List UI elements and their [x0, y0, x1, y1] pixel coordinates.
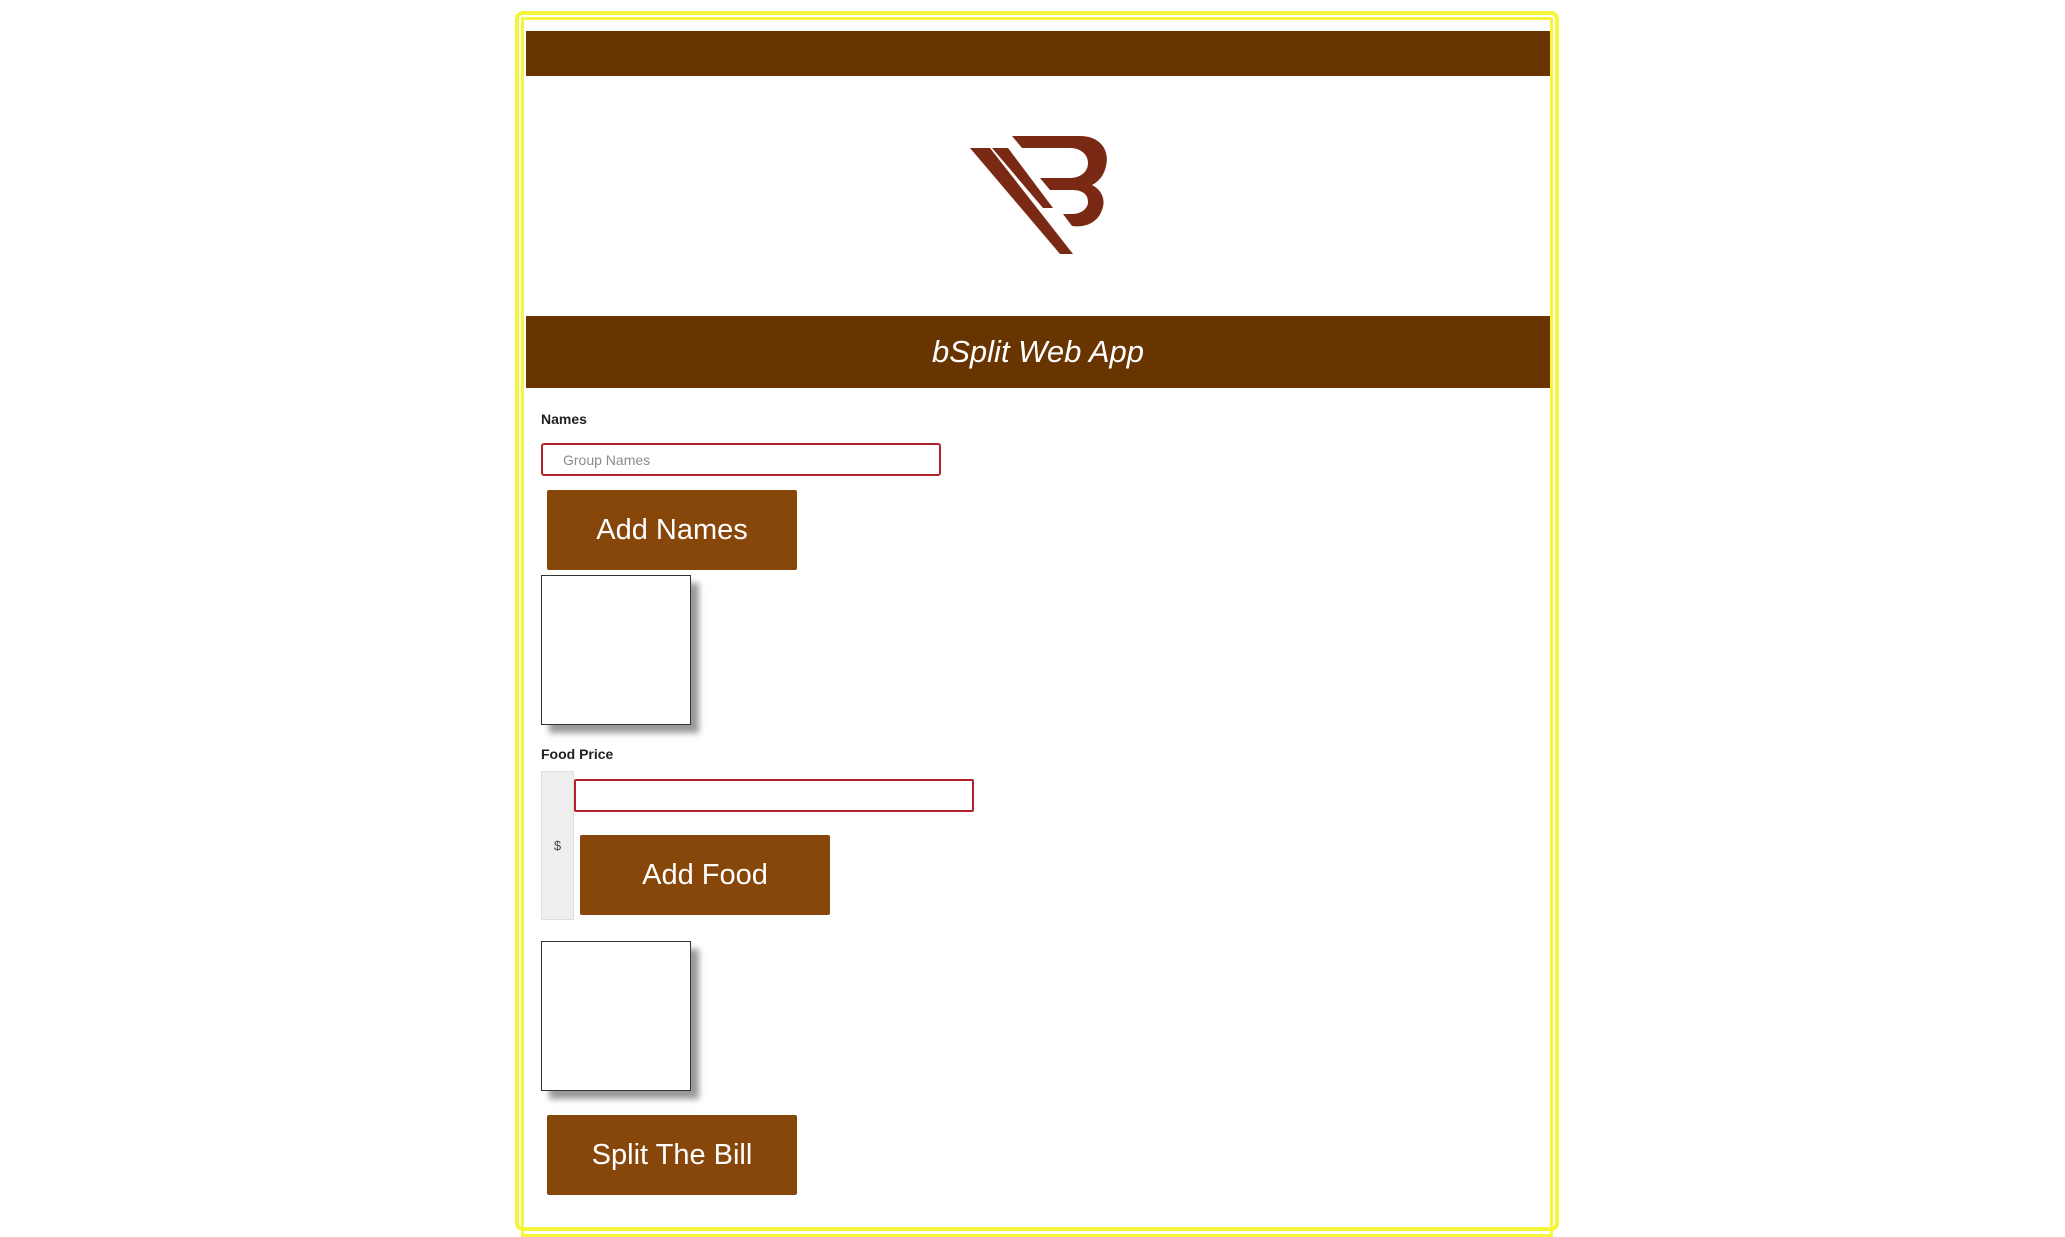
- title-bar: bSplit Web App: [526, 316, 1550, 388]
- split-the-bill-button[interactable]: Split The Bill: [547, 1115, 797, 1195]
- add-food-button[interactable]: Add Food: [580, 835, 830, 915]
- top-header-bar: [526, 31, 1550, 76]
- food-price-label: Food Price: [541, 746, 614, 762]
- food-price-input[interactable]: [574, 779, 974, 812]
- names-label: Names: [541, 411, 587, 427]
- app-title: bSplit Web App: [932, 334, 1144, 369]
- names-list-box: [541, 575, 691, 725]
- food-list-box: [541, 941, 691, 1091]
- currency-addon: $: [541, 771, 574, 920]
- group-names-input[interactable]: [541, 443, 941, 476]
- add-names-button[interactable]: Add Names: [547, 490, 797, 570]
- dollar-sign: $: [553, 838, 562, 853]
- bsplit-logo-icon: [968, 136, 1108, 258]
